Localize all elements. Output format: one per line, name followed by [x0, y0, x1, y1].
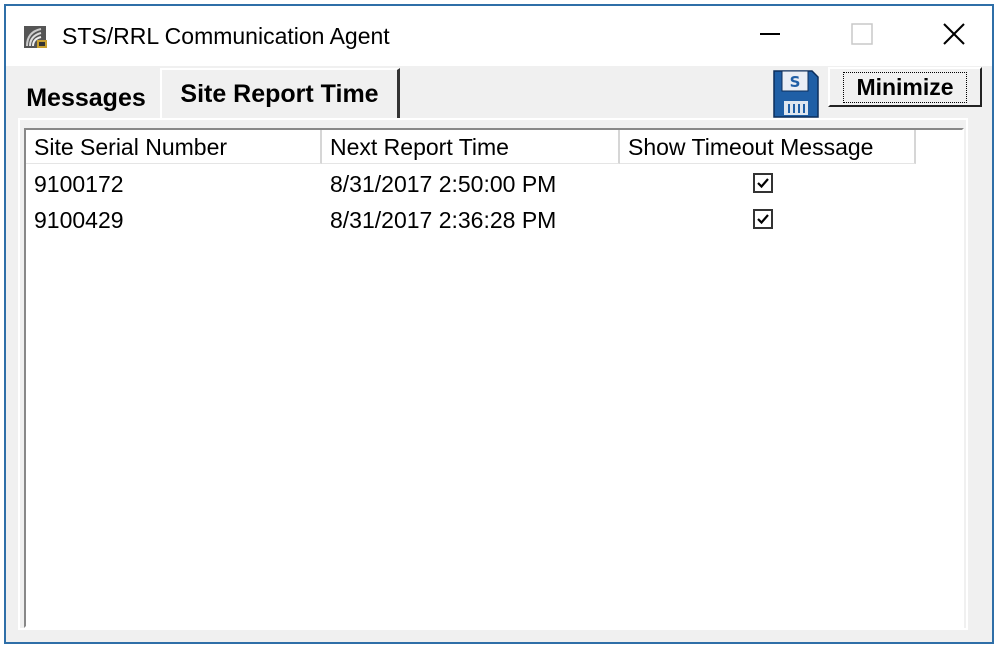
- title-bar[interactable]: STS/RRL Communication Agent: [6, 6, 992, 66]
- minimize-window-button[interactable]: [724, 6, 816, 66]
- column-header-site-serial[interactable]: Site Serial Number: [26, 130, 322, 164]
- tab-messages[interactable]: Messages: [12, 78, 160, 118]
- maximize-window-icon: [850, 22, 874, 51]
- close-icon: [941, 21, 967, 52]
- cell-site-serial: 9100172: [34, 171, 124, 197]
- minimize-button-label: Minimize: [843, 71, 967, 103]
- tab-site-report-time[interactable]: Site Report Time: [160, 68, 400, 118]
- show-timeout-checkbox[interactable]: [753, 209, 775, 231]
- close-window-button[interactable]: [908, 6, 1000, 66]
- minimize-button[interactable]: Minimize: [828, 67, 982, 107]
- checkbox-checked-icon: [753, 209, 773, 229]
- satellite-signal-icon: [22, 24, 50, 50]
- site-report-list[interactable]: Site Serial Number Next Report Time Show…: [24, 128, 964, 628]
- checkbox-checked-icon: [753, 173, 773, 193]
- maximize-window-button[interactable]: [816, 6, 908, 66]
- save-button[interactable]: S: [770, 67, 822, 121]
- svg-text:S: S: [790, 73, 801, 91]
- cell-next-report-time: 8/31/2017 2:50:00 PM: [330, 171, 557, 197]
- app-window: STS/RRL Communication Agent Messages Sit…: [4, 4, 994, 644]
- cell-site-serial: 9100429: [34, 207, 124, 233]
- show-timeout-checkbox[interactable]: [753, 173, 775, 195]
- column-header-show-timeout[interactable]: Show Timeout Message: [620, 130, 916, 164]
- minimize-window-icon: [758, 22, 782, 51]
- window-title: STS/RRL Communication Agent: [62, 23, 390, 49]
- cell-next-report-time: 8/31/2017 2:36:28 PM: [330, 207, 557, 233]
- column-header-next-report-time[interactable]: Next Report Time: [322, 130, 620, 164]
- table-row[interactable]: 9100429 8/31/2017 2:36:28 PM: [26, 202, 962, 238]
- list-header: Site Serial Number Next Report Time Show…: [26, 130, 962, 164]
- table-row[interactable]: 9100172 8/31/2017 2:50:00 PM: [26, 166, 962, 202]
